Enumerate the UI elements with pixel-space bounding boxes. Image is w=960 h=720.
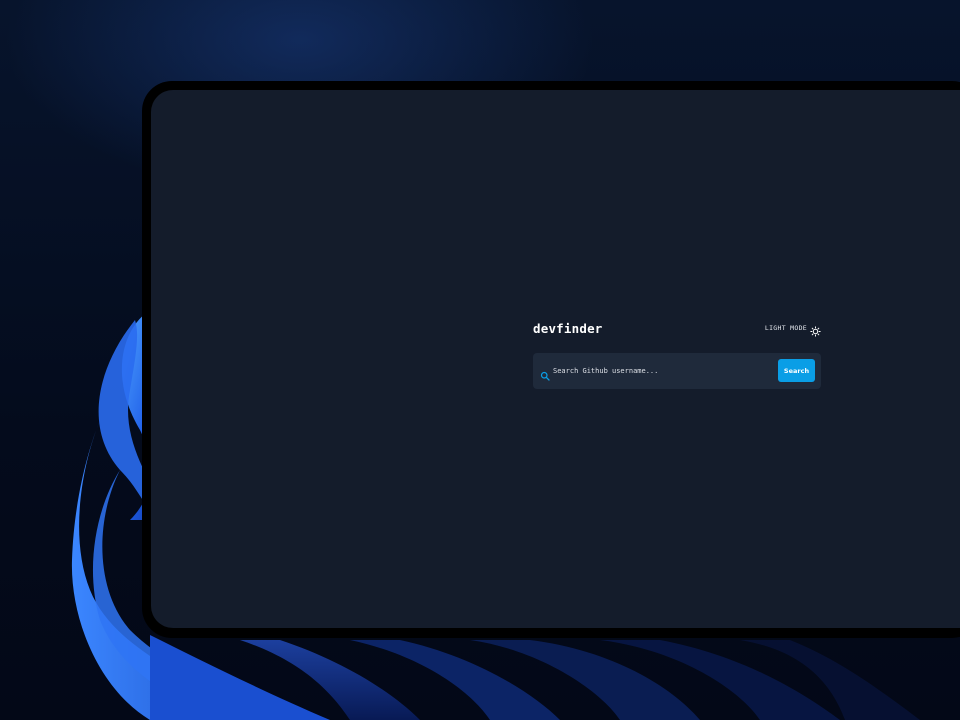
theme-toggle-button[interactable]: LIGHT MODE [764, 322, 821, 337]
sun-icon [810, 322, 821, 337]
app-logo: devfinder [533, 321, 603, 336]
search-icon [540, 366, 550, 381]
app-header: devfinder LIGHT MODE [533, 320, 821, 342]
desktop: devfinder LIGHT MODE Search Github usern… [0, 0, 960, 720]
search-button[interactable]: Search [778, 359, 815, 382]
theme-toggle-label: LIGHT MODE [764, 323, 807, 332]
app-window: devfinder LIGHT MODE Search Github usern… [151, 90, 960, 628]
search-bar: Search [533, 353, 821, 389]
devfinder-app: devfinder LIGHT MODE Search Github usern… [533, 320, 821, 389]
search-input[interactable] [553, 363, 773, 379]
